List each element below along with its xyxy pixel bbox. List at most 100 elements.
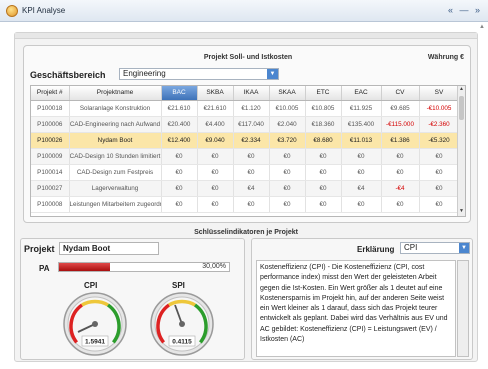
window-controls[interactable]: « — » [448, 5, 482, 15]
table-cell: €0 [269, 196, 306, 213]
table-cell: €0 [161, 148, 198, 165]
table-cell: €0 [305, 164, 342, 181]
table-cell: €1.120 [233, 100, 270, 117]
column-header[interactable]: Projektname [69, 86, 162, 101]
table-cell: -€2.360 [419, 116, 460, 133]
table-cell: P100006 [31, 116, 70, 133]
project-cost-table: Projekt # Projektname BAC SKBA IKAA SKAA ETC EA… [30, 85, 466, 217]
table-cell: €21.610 [161, 100, 198, 117]
table-cell: €0 [419, 180, 460, 197]
table-cell: CAD-Engineering nach Aufwand [69, 116, 162, 133]
cpi-gauge: 1.5941 [63, 292, 127, 356]
column-header[interactable]: SV [419, 86, 460, 101]
table-row[interactable]: P100014 CAD-Design zum Festpreis €0 €0 €0 €0 €… [31, 164, 460, 181]
table-cell: €0 [419, 164, 460, 181]
table-scrollbar[interactable]: ▲ ▼ [457, 86, 465, 216]
table-cell: €0 [305, 148, 342, 165]
top-strip [15, 33, 477, 39]
column-header[interactable]: Projekt # [31, 86, 70, 101]
table-cell: €0 [419, 196, 460, 213]
business-area-label: Geschäftsbereich [30, 70, 106, 80]
table-cell: P100018 [31, 100, 70, 117]
table-cell: €135.400 [341, 116, 382, 133]
explanation-panel: Erklärung CPI ▼ Kosteneffizienz (CPI) - … [251, 238, 473, 360]
business-area-select[interactable]: Engineering ▼ [119, 68, 279, 80]
table-cell: €2.334 [233, 132, 270, 149]
explanation-select[interactable]: CPI ▼ [400, 242, 470, 254]
table-cell: CAD-Design zum Festpreis [69, 164, 162, 181]
table-cell: €4 [341, 180, 382, 197]
scroll-down-icon[interactable]: ▼ [458, 208, 465, 216]
table-cell: €0 [381, 148, 420, 165]
table-cell: €0 [269, 180, 306, 197]
table-header-row: Projekt # Projektname BAC SKBA IKAA SKAA ETC EA… [31, 86, 460, 101]
table-cell: €117.040 [233, 116, 270, 133]
table-cell: €1.386 [381, 132, 420, 149]
table-row[interactable]: P100009 CAD-Design 10 Stunden limitiert €0… [31, 148, 460, 165]
table-cell: €0 [269, 164, 306, 181]
table-cell: €10.005 [269, 100, 306, 117]
table-cell: Nydam Boot [69, 132, 162, 149]
table-cell: €0 [197, 164, 234, 181]
spi-gauge: 0.4115 [150, 292, 214, 356]
explanation-label: Erklärung [357, 245, 395, 254]
explanation-text: Kosteneffizienz (CPI) - Die Kosteneffizi… [256, 260, 456, 357]
table-cell: P100027 [31, 180, 70, 197]
dropdown-arrow-icon[interactable]: ▼ [267, 69, 278, 79]
scroll-up-arrow-icon[interactable]: ▲ [479, 24, 485, 30]
table-cell: €18.360 [305, 116, 342, 133]
table-cell: €0 [197, 148, 234, 165]
table-row[interactable]: P100008 Leistungen Mitarbeitern zugeordne… [31, 196, 460, 213]
column-header[interactable]: CV [381, 86, 420, 101]
table-cell: €0 [381, 196, 420, 213]
column-header-sorted[interactable]: BAC [161, 86, 198, 101]
table-row[interactable]: P100026 Nydam Boot €12.400 €9.040 €2.334 €3.7… [31, 132, 460, 149]
table-cell: €3.720 [269, 132, 306, 149]
table-cell: P100009 [31, 148, 70, 165]
explanation-scrollbar[interactable] [457, 260, 469, 357]
table-cell: €0 [269, 148, 306, 165]
table-cell: €0 [233, 148, 270, 165]
dropdown-arrow-icon[interactable]: ▼ [459, 243, 469, 253]
table-cell: €0 [197, 180, 234, 197]
table-cell: €0 [233, 196, 270, 213]
table-cell: €0 [161, 196, 198, 213]
column-header[interactable]: SKAA [269, 86, 306, 101]
table-cell: €0 [341, 164, 382, 181]
table-cell: Solaranlage Konstruktion [69, 100, 162, 117]
table-cell: -€10.005 [419, 100, 460, 117]
column-header[interactable]: IKAA [233, 86, 270, 101]
project-name-field[interactable]: Nydam Boot [59, 242, 159, 255]
table-cell: -€115.000 [381, 116, 420, 133]
table-cell: €12.400 [161, 132, 198, 149]
table-cell: €20.400 [161, 116, 198, 133]
scrollbar-thumb[interactable] [459, 96, 464, 120]
table-row[interactable]: P100027 Lagerverwaltung €0 €0 €4 €0 €0 €4 -€4 €0 [31, 180, 460, 197]
table-row[interactable]: P100018 Solaranlage Konstruktion €21.610 €2… [31, 100, 460, 117]
column-header[interactable]: EAC [341, 86, 382, 101]
table-cell: €10.805 [305, 100, 342, 117]
table-cell: P100008 [31, 196, 70, 213]
table-cell: -€5.320 [419, 132, 460, 149]
pa-progress-bar: 30,00% [58, 262, 230, 272]
table-cell: CAD-Design 10 Stunden limitiert [69, 148, 162, 165]
project-label: Projekt [24, 244, 55, 254]
table-row[interactable]: P100006 CAD-Engineering nach Aufwand €20.4… [31, 116, 460, 133]
window-title: KPI Analyse [22, 6, 66, 15]
table-cell: €9.040 [197, 132, 234, 149]
kpi-container: Projekt Soll- und Istkosten Währung € Ge… [14, 32, 478, 362]
table-cell: €9.685 [381, 100, 420, 117]
table-cell: €8.680 [305, 132, 342, 149]
column-header[interactable]: ETC [305, 86, 342, 101]
table-cell: P100026 [31, 132, 70, 149]
table-cell: €0 [341, 148, 382, 165]
table-cell: €0 [197, 196, 234, 213]
table-cell: €0 [341, 196, 382, 213]
table-cell: €11.925 [341, 100, 382, 117]
currency-label: Währung € [427, 54, 464, 61]
scroll-up-icon[interactable]: ▲ [458, 86, 465, 94]
table-cell: €11.013 [341, 132, 382, 149]
table-cell: €0 [419, 148, 460, 165]
pa-progress-fill [59, 263, 110, 271]
column-header[interactable]: SKBA [197, 86, 234, 101]
